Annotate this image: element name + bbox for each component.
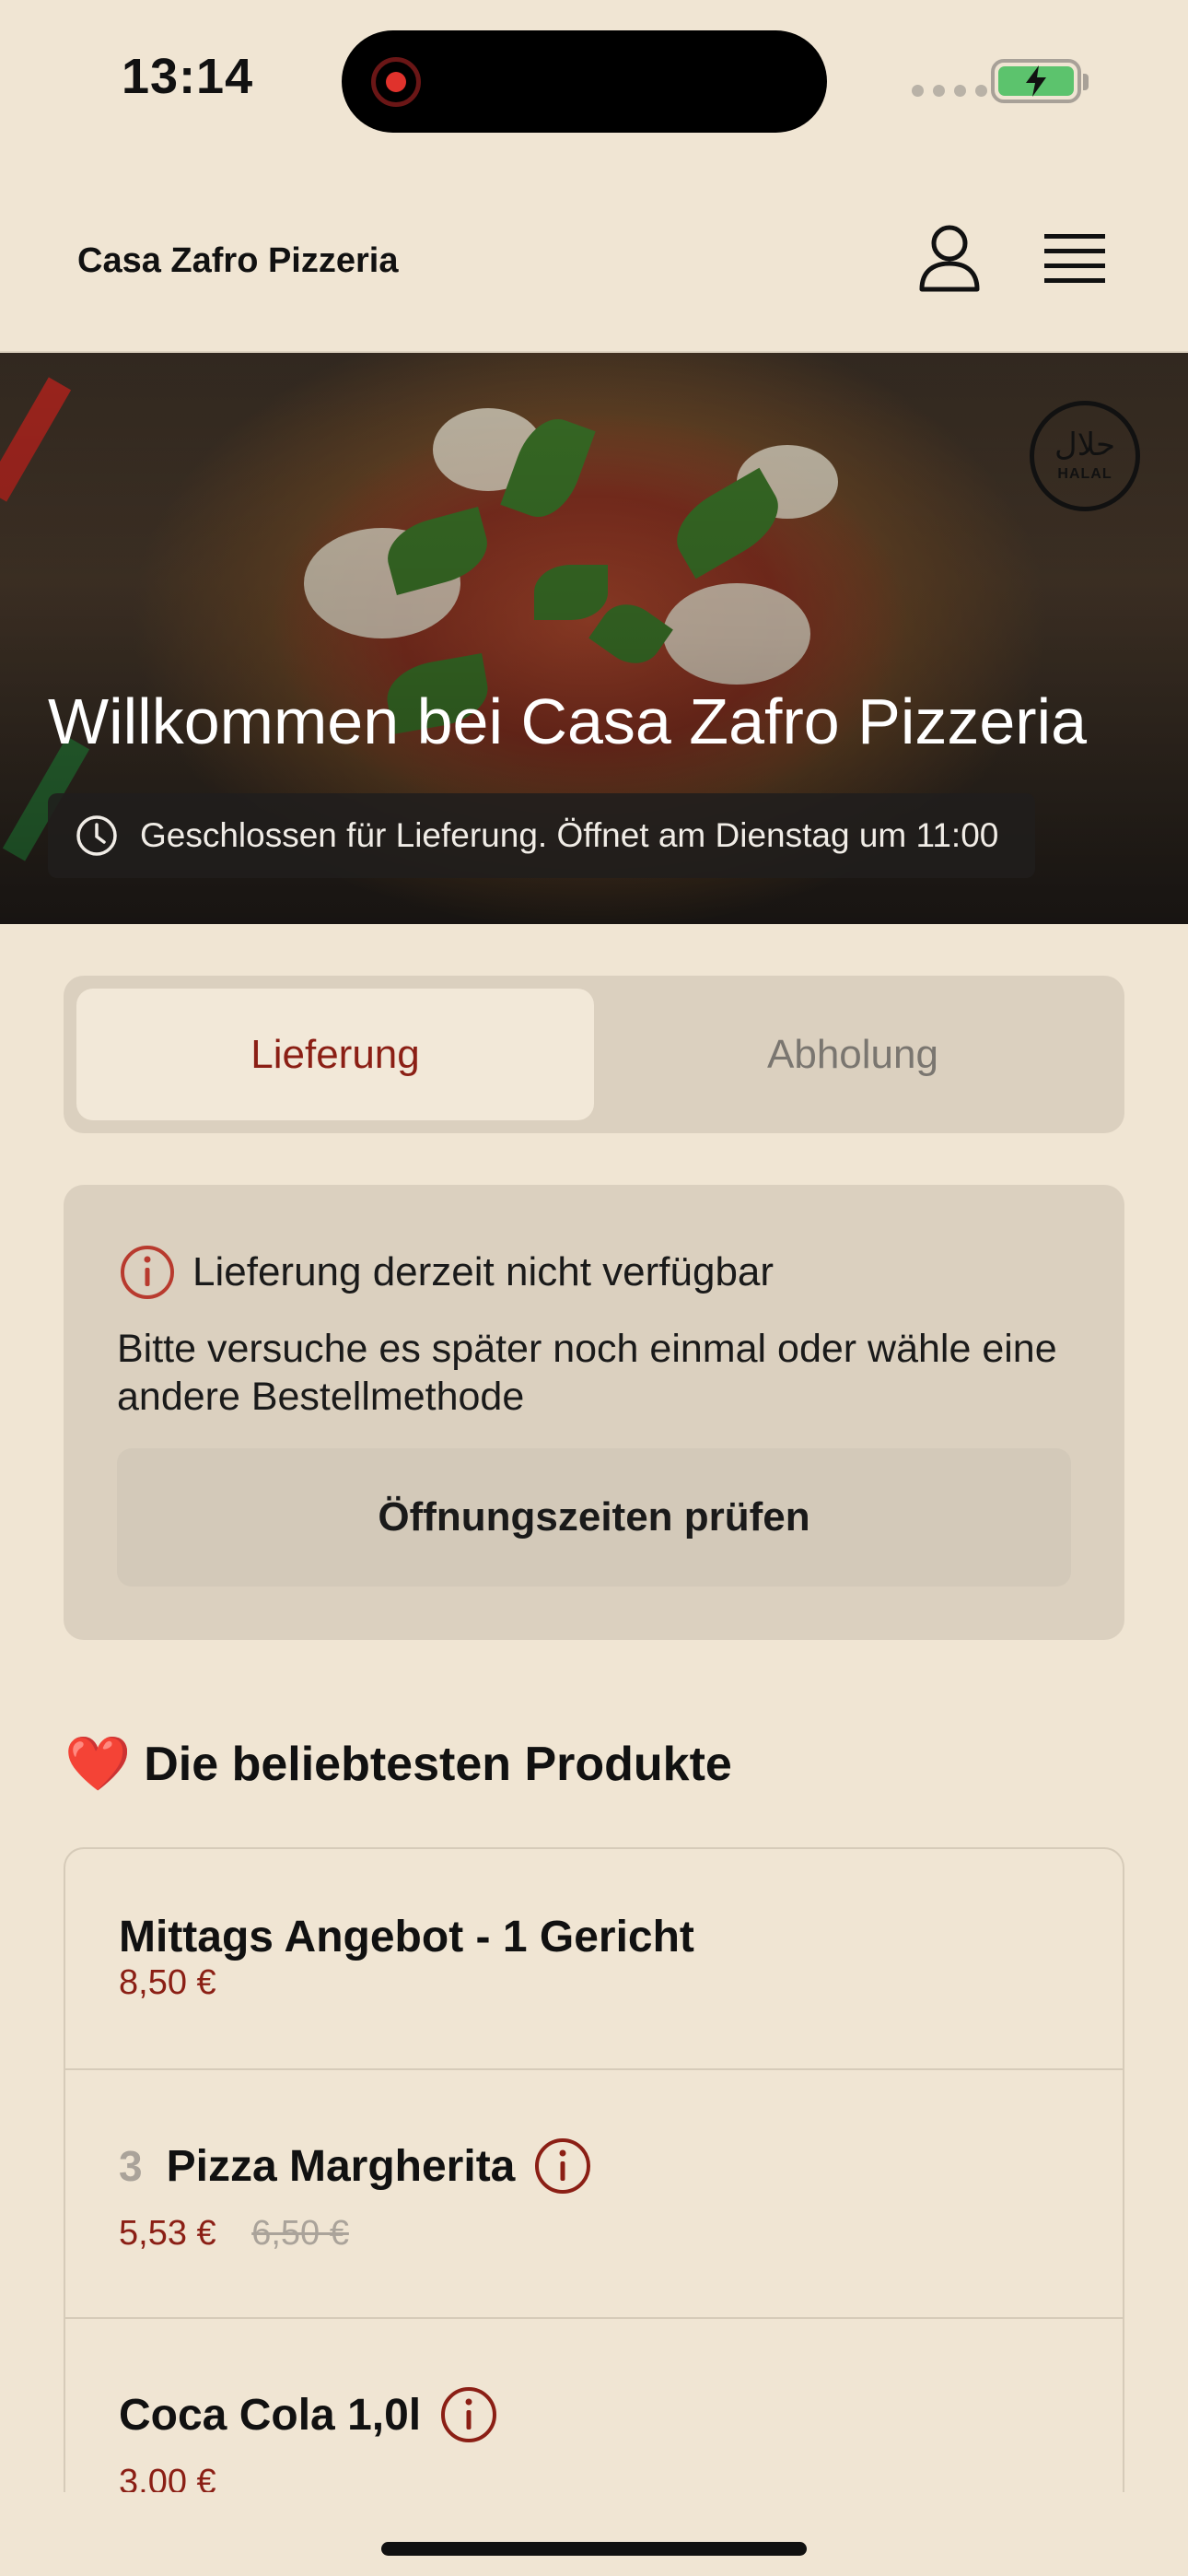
welcome-title: Willkommen bei Casa Zafro Pizzeria [48,685,1088,757]
product-name: Coca Cola 1,0l [119,2390,422,2440]
product-name: Pizza Margherita [166,2141,516,2191]
status-bar: 13:14 [0,0,1188,166]
info-icon[interactable] [439,2385,498,2444]
order-mode-selector: Lieferung Abholung [64,976,1124,1133]
cart-quantity-badge: 3 [119,2142,143,2190]
battery-icon [991,59,1081,103]
notice-text: Bitte versuche es später noch einmal ode… [117,1327,1057,1419]
product-price: 5,53 € [119,2214,216,2253]
account-button[interactable] [917,223,982,293]
popular-products-list: Mittags Angebot - 1 Gericht 8,50 € 3 Piz… [64,1847,1124,2492]
clock-icon [76,815,117,856]
battery-cap [1083,74,1089,90]
product-name: Mittags Angebot - 1 Gericht [119,1913,694,1961]
charging-bolt-icon [1026,65,1046,97]
tab-pickup[interactable]: Abholung [594,989,1112,1120]
info-icon[interactable] [533,2137,592,2195]
popular-products-title: Die beliebtesten Produkte [144,1737,732,1791]
signal-icon [912,85,987,97]
product-item[interactable]: Mittags Angebot - 1 Gericht 8,50 € [65,1849,1123,2070]
tab-delivery[interactable]: Lieferung [76,989,594,1120]
hamburger-menu-icon [1044,234,1105,283]
dynamic-island [342,30,827,133]
product-price: 8,50 € [119,1963,216,2002]
heart-icon: ❤️ [64,1732,132,1795]
check-opening-hours-button[interactable]: Öffnungszeiten prüfen [117,1448,1071,1587]
app-screen: 13:14 Casa Zafro Pizzeria حلال HALAL Wil… [0,0,1188,2576]
home-indicator[interactable] [381,2542,807,2556]
product-price: 3,00 € [119,2463,216,2492]
product-item[interactable]: Coca Cola 1,0l 3,00 € [65,2319,1123,2492]
product-item[interactable]: 3 Pizza Margherita 5,53 € 6,50 € [65,2070,1123,2319]
halal-badge-icon: حلال HALAL [1030,401,1140,511]
restaurant-name[interactable]: Casa Zafro Pizzeria [77,241,398,281]
closed-status-banner: Geschlossen für Lieferung. Öffnet am Die… [48,793,1035,878]
delivery-unavailable-card: Lieferung derzeit nicht verfügbar Bitte … [64,1185,1124,1640]
popular-products-heading: ❤️ Die beliebtesten Produkte [64,1732,732,1796]
recording-indicator-icon [371,57,421,107]
menu-button[interactable] [1044,232,1105,287]
closed-status-text: Geschlossen für Lieferung. Öffnet am Die… [140,816,999,854]
info-icon [121,1246,174,1299]
app-header: Casa Zafro Pizzeria [0,166,1188,353]
hero-banner: حلال HALAL Willkommen bei Casa Zafro Piz… [0,353,1188,924]
status-time: 13:14 [122,49,254,104]
user-icon [919,225,980,292]
notice-title: Lieferung derzeit nicht verfügbar [192,1249,775,1294]
product-old-price: 6,50 € [251,2214,349,2253]
